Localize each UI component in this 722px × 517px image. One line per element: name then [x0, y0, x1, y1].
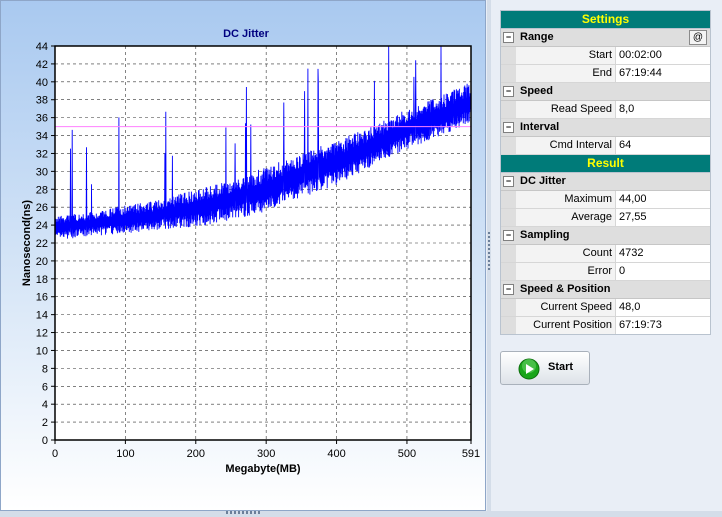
y-tick-label: 44	[36, 41, 48, 53]
property-row-current-position[interactable]: Current Position 67:19:73	[501, 317, 710, 334]
error-value: 0	[617, 263, 710, 280]
y-tick-label: 42	[36, 59, 48, 71]
category-label: Range	[520, 31, 554, 43]
read-speed-field[interactable]: 8,0	[617, 101, 710, 118]
property-grid: Settings − Range @ Start 00:02:00 End 67…	[500, 10, 711, 335]
category-sampling[interactable]: − Sampling	[501, 227, 710, 245]
property-label: Read Speed	[516, 101, 616, 118]
property-row-current-speed[interactable]: Current Speed 48,0	[501, 299, 710, 317]
splitter-grip[interactable]	[488, 232, 490, 272]
y-axis-ticks: 0246810121416182022242628303234363840424…	[36, 41, 55, 447]
y-tick-label: 20	[36, 256, 48, 268]
property-row-read-speed[interactable]: Read Speed 8,0	[501, 101, 710, 119]
y-tick-label: 4	[42, 399, 48, 411]
property-label: End	[516, 65, 616, 82]
category-interval[interactable]: − Interval	[501, 119, 710, 137]
cmd-interval-field[interactable]: 64	[617, 137, 710, 154]
maximum-value: 44,00	[617, 191, 710, 208]
property-row-cmd-interval[interactable]: Cmd Interval 64	[501, 137, 710, 155]
range-picker-button[interactable]: @	[689, 30, 707, 45]
property-label: Average	[516, 209, 616, 226]
category-label: Sampling	[520, 229, 570, 241]
end-value-field[interactable]: 67:19:44	[617, 65, 710, 82]
category-label: Interval	[520, 121, 560, 133]
y-tick-label: 14	[36, 310, 48, 322]
y-tick-label: 2	[42, 417, 48, 429]
property-row-end[interactable]: End 67:19:44	[501, 65, 710, 83]
start-button-label: Start	[548, 361, 574, 373]
category-speed[interactable]: − Speed	[501, 83, 710, 101]
collapse-toggle-icon[interactable]: −	[503, 176, 514, 187]
x-axis-label: Megabyte(MB)	[225, 463, 301, 475]
settings-header: Settings	[501, 11, 710, 29]
property-label: Cmd Interval	[516, 137, 616, 154]
y-tick-label: 0	[42, 435, 48, 447]
category-speed-position[interactable]: − Speed & Position	[501, 281, 710, 299]
y-tick-label: 32	[36, 148, 48, 160]
y-tick-label: 34	[36, 131, 48, 143]
x-tick-label: 400	[327, 448, 345, 460]
y-tick-label: 10	[36, 345, 48, 357]
x-tick-label: 200	[187, 448, 205, 460]
category-label: Speed & Position	[520, 283, 611, 295]
y-tick-label: 22	[36, 238, 48, 250]
result-header: Result	[501, 155, 710, 173]
start-value-field[interactable]: 00:02:00	[617, 47, 710, 64]
collapse-toggle-icon[interactable]: −	[503, 32, 514, 43]
category-label: Speed	[520, 85, 554, 97]
collapse-toggle-icon[interactable]: −	[503, 230, 514, 241]
property-row-count[interactable]: Count 4732	[501, 245, 710, 263]
average-value: 27,55	[617, 209, 710, 226]
x-tick-label: 500	[398, 448, 416, 460]
splitter-grip-bottom[interactable]	[226, 511, 262, 514]
property-label: Current Speed	[516, 299, 616, 316]
collapse-toggle-icon[interactable]: −	[503, 284, 514, 295]
y-axis-label: Nanosecond(ns)	[21, 200, 33, 287]
y-tick-label: 26	[36, 202, 48, 214]
y-tick-label: 36	[36, 113, 48, 125]
y-tick-label: 12	[36, 328, 48, 340]
property-label: Maximum	[516, 191, 616, 208]
x-tick-label: 0	[52, 448, 58, 460]
y-tick-label: 28	[36, 184, 48, 196]
x-tick-label: 591	[462, 448, 480, 460]
property-label: Count	[516, 245, 616, 262]
property-row-average[interactable]: Average 27,55	[501, 209, 710, 227]
play-icon	[518, 358, 540, 380]
count-value: 4732	[617, 245, 710, 262]
vertical-splitter[interactable]	[487, 0, 491, 517]
x-axis-ticks: 0 100 200 300 400 500 591	[52, 440, 480, 460]
property-row-error[interactable]: Error 0	[501, 263, 710, 281]
start-button[interactable]: Start	[500, 351, 590, 385]
y-tick-label: 24	[36, 220, 48, 232]
horizontal-splitter[interactable]	[0, 511, 722, 517]
category-dc-jitter[interactable]: − DC Jitter	[501, 173, 710, 191]
chart-title: DC Jitter	[223, 28, 270, 40]
category-label: DC Jitter	[520, 175, 566, 187]
property-label: Start	[516, 47, 616, 64]
category-range[interactable]: − Range @	[501, 29, 710, 47]
collapse-toggle-icon[interactable]: −	[503, 122, 514, 133]
y-tick-label: 8	[42, 363, 48, 375]
property-label: Error	[516, 263, 616, 280]
collapse-toggle-icon[interactable]: −	[503, 86, 514, 97]
dc-jitter-chart: DC Jitter 024681012141618202224262830323…	[21, 28, 480, 475]
y-tick-label: 16	[36, 292, 48, 304]
y-tick-label: 40	[36, 77, 48, 89]
current-position-value: 67:19:73	[617, 317, 710, 334]
y-tick-label: 30	[36, 166, 48, 178]
y-tick-label: 38	[36, 95, 48, 107]
x-tick-label: 100	[116, 448, 134, 460]
property-row-start[interactable]: Start 00:02:00	[501, 47, 710, 65]
property-row-maximum[interactable]: Maximum 44,00	[501, 191, 710, 209]
property-label: Current Position	[516, 317, 616, 334]
chart-panel: DC Jitter 0 2 4 6 8 10 12 14 16 18 20 22 24 26 28 30 32 3…	[0, 0, 486, 511]
x-tick-label: 300	[257, 448, 275, 460]
y-tick-label: 18	[36, 274, 48, 286]
y-tick-label: 6	[42, 381, 48, 393]
current-speed-value: 48,0	[617, 299, 710, 316]
